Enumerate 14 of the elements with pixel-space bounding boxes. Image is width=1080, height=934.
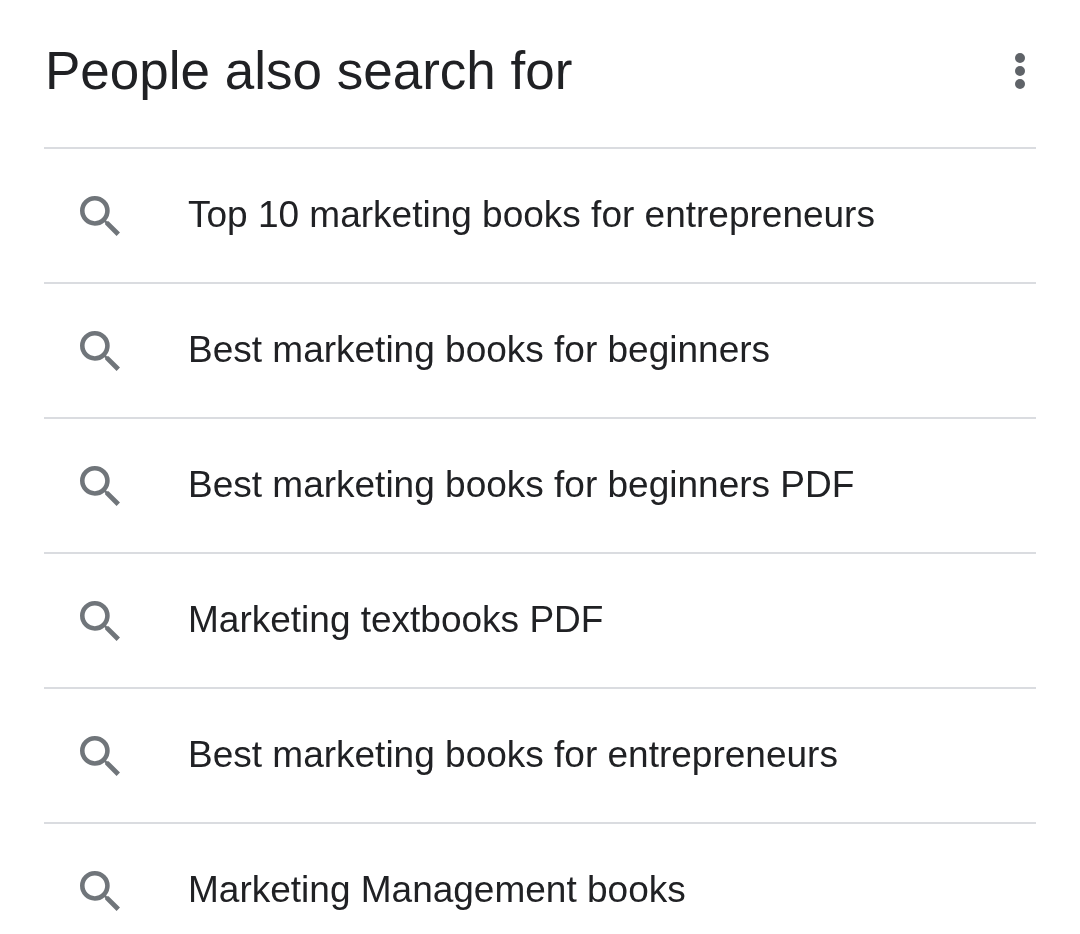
search-suggestion[interactable]: Best marketing books for entrepreneurs — [44, 689, 1036, 822]
search-icon — [80, 871, 120, 911]
more-options-icon[interactable] — [1015, 52, 1025, 89]
search-icon — [80, 196, 120, 236]
section-title: People also search for — [45, 40, 573, 101]
search-suggestion[interactable]: Best marketing books for beginners — [44, 284, 1036, 417]
search-suggestion[interactable]: Marketing Management books — [44, 824, 1036, 933]
search-icon — [80, 331, 120, 371]
search-suggestion[interactable]: Top 10 marketing books for entrepreneurs — [44, 149, 1036, 282]
search-icon — [80, 466, 120, 506]
search-suggestion[interactable]: Marketing textbooks PDF — [44, 554, 1036, 687]
search-suggestion[interactable]: Best marketing books for beginners PDF — [44, 419, 1036, 552]
search-icon — [80, 601, 120, 641]
search-icon — [80, 736, 120, 776]
